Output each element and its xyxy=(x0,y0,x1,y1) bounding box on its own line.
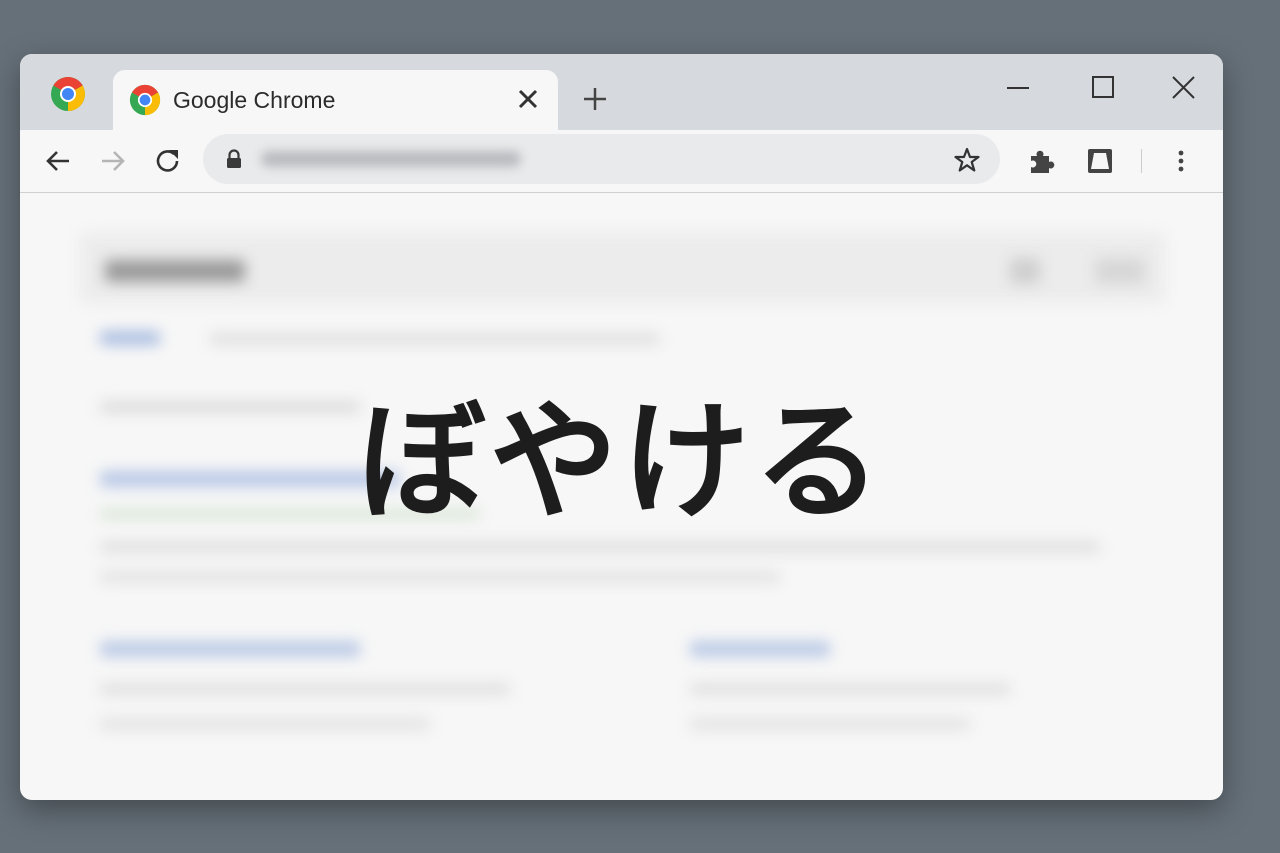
toolbar xyxy=(20,130,1223,193)
bookmark-star-icon[interactable] xyxy=(953,146,981,174)
menu-dots-icon[interactable] xyxy=(1166,146,1196,176)
blurred-snippet xyxy=(100,571,780,583)
url-text-blurred xyxy=(261,151,521,167)
lock-icon xyxy=(227,149,241,168)
blurred-text xyxy=(690,718,970,730)
toolbar-divider xyxy=(1141,149,1142,173)
new-tab-icon[interactable] xyxy=(580,84,610,114)
maximize-icon[interactable] xyxy=(1089,74,1117,102)
blurred-tabs xyxy=(210,333,660,345)
blurred-button xyxy=(1095,258,1145,284)
close-tab-icon[interactable] xyxy=(515,86,541,112)
blurred-page-content: ぼやける xyxy=(20,193,1223,800)
tab-strip: Google Chrome xyxy=(20,54,1223,132)
overlay-headline: ぼやける xyxy=(357,388,886,537)
chrome-favicon-icon xyxy=(129,84,161,116)
browser-window: Google Chrome ぼやける xyxy=(20,54,1223,800)
blurred-text xyxy=(690,683,1010,695)
extensions-puzzle-icon[interactable] xyxy=(1027,146,1057,176)
tab-active[interactable]: Google Chrome xyxy=(113,70,558,132)
side-panel-icon[interactable] xyxy=(1085,146,1115,176)
blurred-link xyxy=(690,641,830,657)
chrome-logo-icon[interactable] xyxy=(50,76,86,112)
close-window-icon[interactable] xyxy=(1169,74,1197,102)
blurred-tab xyxy=(100,331,160,345)
blurred-link xyxy=(100,641,360,657)
address-bar[interactable] xyxy=(203,134,1000,184)
tab-title: Google Chrome xyxy=(173,87,336,113)
blurred-icon xyxy=(1010,258,1040,284)
blurred-logo xyxy=(105,260,245,282)
minimize-icon[interactable] xyxy=(1004,74,1032,102)
forward-icon[interactable] xyxy=(98,146,128,176)
reload-icon[interactable] xyxy=(153,146,183,176)
back-icon[interactable] xyxy=(43,146,73,176)
blurred-text xyxy=(100,683,510,695)
blurred-text xyxy=(100,718,430,730)
